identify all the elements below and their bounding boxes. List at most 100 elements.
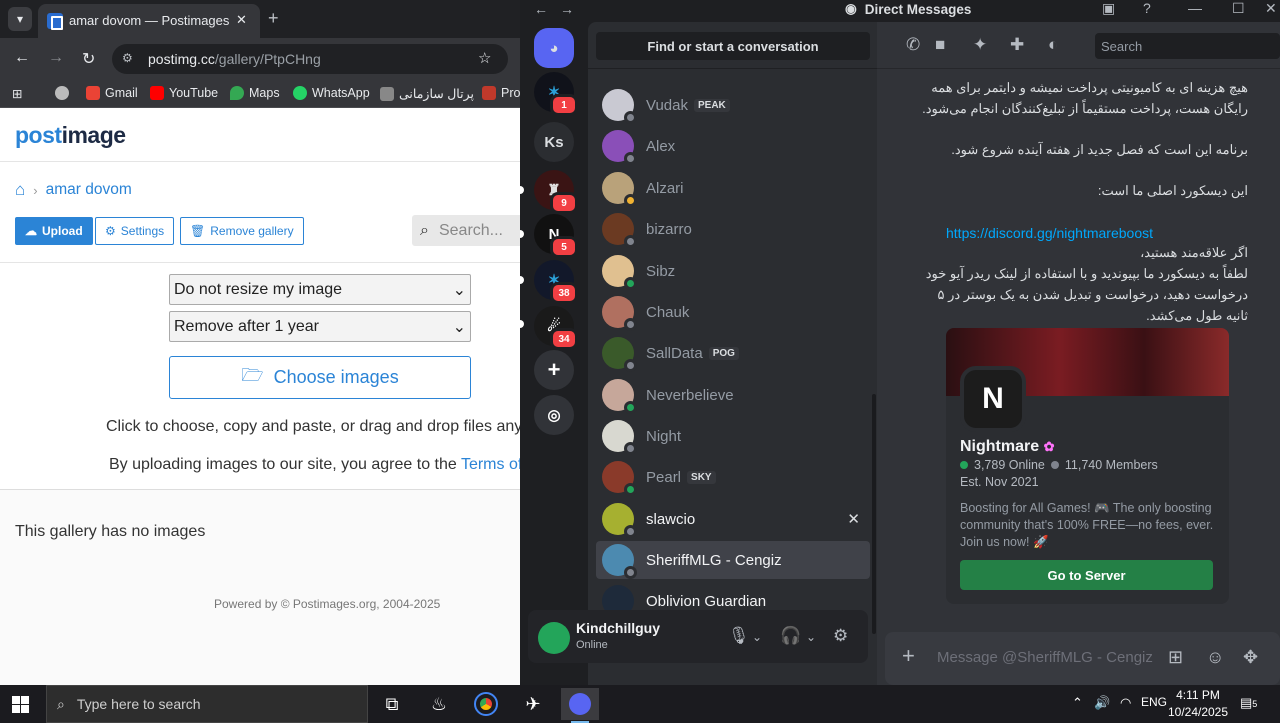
video-icon[interactable]: ■: [935, 35, 945, 55]
divider: [0, 161, 520, 162]
task-view-icon[interactable]: ⧉: [373, 688, 411, 720]
microphone-icon[interactable]: 🎙: [728, 626, 750, 646]
upload-button[interactable]: ☁ Upload: [15, 217, 93, 245]
empty-gallery-text: This gallery has no images: [15, 523, 206, 540]
close-window-button[interactable]: ✕: [1265, 0, 1277, 17]
gear-icon[interactable]: ⚙: [833, 626, 848, 646]
back-icon[interactable]: ←: [534, 1, 548, 17]
bookmark-gmail[interactable]: Gmail: [86, 86, 138, 100]
taskbar-search[interactable]: ⌕ Type here to search: [46, 685, 368, 723]
new-tab-button[interactable]: +: [268, 9, 279, 27]
browser-tab[interactable]: amar dovom — Postimages ✕: [38, 4, 260, 38]
back-icon[interactable]: ←: [14, 49, 30, 67]
site-info-icon[interactable]: ⚙: [122, 51, 133, 65]
clan-tag: POG: [708, 346, 739, 360]
tab-search-button[interactable]: ▾: [8, 7, 32, 31]
address-bar[interactable]: ⚙ postimg.cc/gallery/PtpCHng ☆: [112, 44, 508, 74]
header-search-input[interactable]: Search: [1095, 33, 1280, 59]
dm-item[interactable]: Pearl SKY: [596, 458, 870, 496]
app-icon[interactable]: ✈: [514, 688, 552, 720]
language-indicator[interactable]: ENG: [1141, 695, 1167, 709]
expire-select[interactable]: Remove after 1 year ⌄: [169, 311, 471, 342]
bookmark-youtube[interactable]: YouTube: [150, 86, 218, 100]
forward-icon[interactable]: →: [560, 1, 574, 17]
wifi-icon[interactable]: ◠: [1120, 695, 1131, 711]
terms-link[interactable]: Terms of Use: [461, 456, 520, 473]
dm-item[interactable]: Alzari: [596, 169, 870, 207]
bookmark-maps[interactable]: Maps: [230, 86, 280, 100]
home-icon[interactable]: ⌂: [15, 180, 25, 200]
server-icon[interactable]: ✶ 38: [534, 260, 578, 304]
dm-scrollbar[interactable]: [872, 394, 876, 634]
bookmark-pro[interactable]: Pro: [482, 86, 520, 100]
help-icon[interactable]: ?: [1143, 0, 1151, 16]
dm-item[interactable]: Alex: [596, 127, 870, 165]
dm-item[interactable]: Neverbelieve: [596, 376, 870, 414]
search-input[interactable]: ⌕ Search...: [412, 215, 520, 246]
find-conversation-input[interactable]: Find or start a conversation: [596, 32, 870, 60]
dm-item[interactable]: Sibz: [596, 252, 870, 290]
status-indicator: [624, 277, 637, 290]
server-icon[interactable]: ✶ 1: [534, 72, 578, 116]
bookmark-whatsapp[interactable]: WhatsApp: [293, 86, 370, 100]
volume-icon[interactable]: 🔊: [1094, 695, 1110, 711]
settings-button[interactable]: ⚙ Settings: [95, 217, 175, 245]
bookmark-star-icon[interactable]: ☆: [478, 49, 491, 67]
dm-item[interactable]: Chauk: [596, 293, 870, 331]
bookmark-portal[interactable]: پرتال سازمانی: [380, 86, 474, 101]
notifications-icon[interactable]: ▤5: [1240, 695, 1257, 711]
dm-item[interactable]: bizarro: [596, 210, 870, 248]
server-ks[interactable]: Ks: [534, 122, 574, 162]
add-friend-icon[interactable]: ✚: [1010, 35, 1024, 55]
add-server-icon[interactable]: +: [534, 350, 574, 390]
dm-item[interactable]: Vudak PEAK: [596, 86, 870, 124]
forward-icon[interactable]: →: [48, 49, 64, 67]
choose-images-button[interactable]: 🗁 Choose images: [169, 356, 471, 399]
gift-icon[interactable]: ⊞: [1168, 647, 1183, 668]
reload-icon[interactable]: ↻: [82, 49, 95, 69]
discord-taskbar-icon[interactable]: [561, 688, 599, 723]
phone-icon[interactable]: ✆: [906, 35, 920, 55]
emoji-icon[interactable]: ☺: [1206, 647, 1224, 668]
invite-link[interactable]: https://discord.gg/nightmareboost: [946, 225, 1153, 241]
windows-start-icon[interactable]: [12, 696, 29, 713]
message-composer[interactable]: + Message @SheriffMLG - Cengiz ⊞ ☺ ✥: [885, 632, 1280, 685]
chevron-down-icon[interactable]: ⌄: [752, 630, 762, 644]
discord-home-icon[interactable]: ◕: [534, 28, 574, 68]
server-icon[interactable]: N5: [534, 214, 578, 258]
nightmare-server-icon[interactable]: N: [960, 366, 1026, 432]
minimize-button[interactable]: —: [1188, 0, 1202, 16]
postimage-logo[interactable]: postimage: [15, 122, 126, 149]
add-attachment-icon[interactable]: +: [902, 643, 915, 669]
profile-icon[interactable]: ◐: [1048, 35, 1058, 55]
close-dm-icon[interactable]: ✕: [847, 510, 860, 528]
go-to-server-button[interactable]: Go to Server: [960, 560, 1213, 590]
pin-icon[interactable]: ✦: [973, 35, 987, 55]
apps-grid-icon[interactable]: ⊞: [12, 86, 22, 101]
tab-close-icon[interactable]: ✕: [236, 12, 247, 28]
message-line: این دیسکورد اصلی ما است:: [1097, 183, 1248, 198]
username[interactable]: Kindchillguy: [576, 620, 660, 636]
dm-item[interactable]: slawcio ✕: [596, 500, 870, 538]
apps-icon[interactable]: ✥: [1243, 647, 1258, 668]
avatar[interactable]: [538, 622, 570, 654]
breadcrumb-gallery[interactable]: amar dovom: [46, 181, 132, 199]
maximize-button[interactable]: ☐: [1232, 0, 1245, 17]
message-input[interactable]: Message @SheriffMLG - Cengiz: [937, 649, 1153, 666]
resize-select[interactable]: Do not resize my image ⌄: [169, 274, 471, 305]
inbox-icon[interactable]: ▣: [1102, 0, 1115, 17]
chrome-icon[interactable]: [467, 688, 505, 720]
globe-bookmark[interactable]: [55, 86, 69, 100]
headphones-icon[interactable]: 🎧: [780, 626, 801, 646]
dm-item[interactable]: SheriffMLG - Cengiz: [596, 541, 870, 579]
server-icon[interactable]: ♜ 9: [534, 170, 578, 214]
server-icon[interactable]: ☄ 34: [534, 306, 578, 350]
discover-icon[interactable]: ◎: [534, 395, 574, 435]
remove-gallery-button[interactable]: 🗑 Remove gallery: [180, 217, 304, 245]
chevron-up-icon[interactable]: ⌃: [1072, 695, 1083, 711]
clock[interactable]: 4:11 PM 10/24/2025: [1166, 687, 1230, 721]
dm-item[interactable]: Night: [596, 417, 870, 455]
dm-item[interactable]: SallData POG: [596, 334, 870, 372]
steam-icon[interactable]: ♨: [420, 688, 458, 720]
chevron-down-icon[interactable]: ⌄: [806, 630, 816, 644]
